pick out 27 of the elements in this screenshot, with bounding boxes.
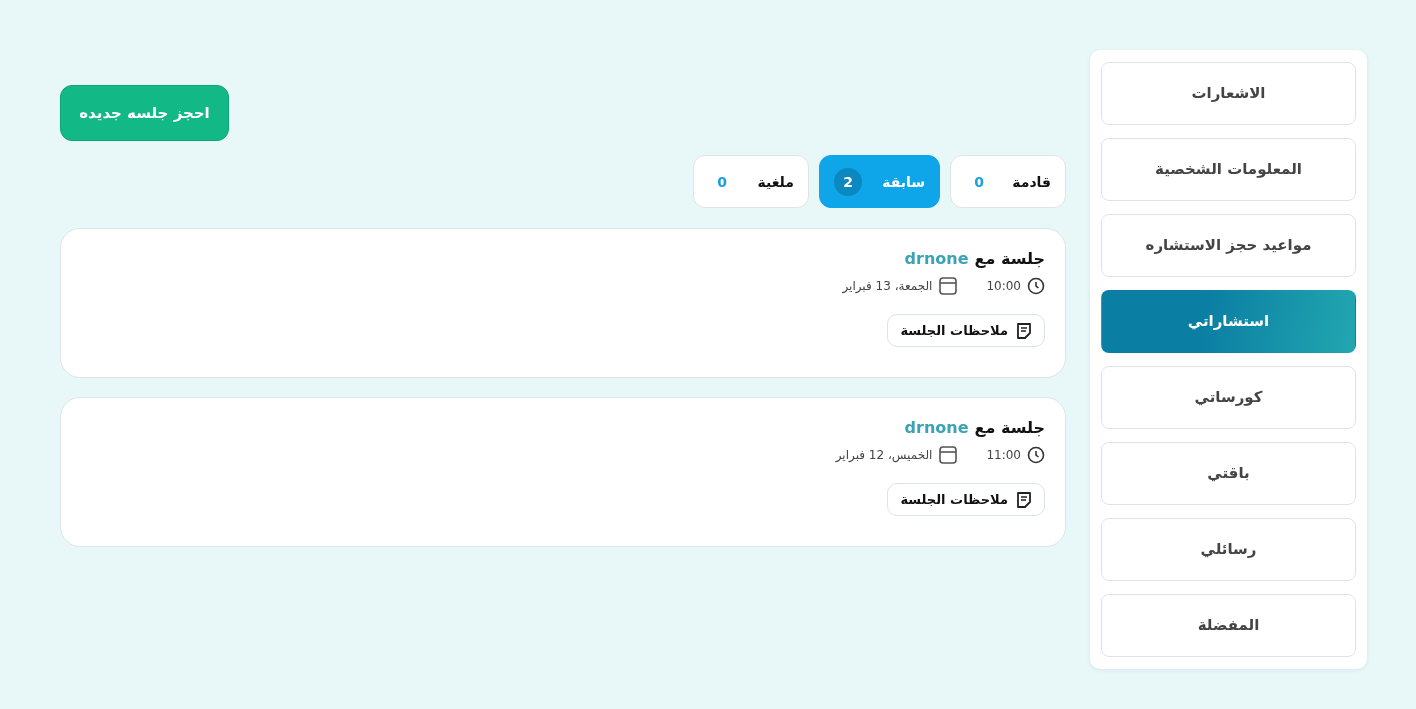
session-date: الجمعة، 13 فبراير xyxy=(842,279,933,293)
calendar-icon xyxy=(938,445,959,465)
note-icon xyxy=(1016,322,1032,339)
sidebar-item[interactable]: المعلومات الشخصية xyxy=(1101,138,1356,201)
session-title: جلسة مع xyxy=(974,418,1045,437)
session-notes-button[interactable]: ملاحظات الجلسة xyxy=(887,314,1045,347)
session-time: 10:00 xyxy=(986,279,1021,293)
sidebar-item[interactable]: استشاراتي xyxy=(1101,290,1356,353)
note-icon xyxy=(1016,491,1032,508)
session-time: 11:00 xyxy=(986,448,1021,462)
count-label: 0 xyxy=(973,173,985,190)
clock-icon xyxy=(1027,277,1045,295)
session-date: الخميس، 12 فبراير xyxy=(835,448,933,462)
calendar-icon xyxy=(938,276,959,296)
sidebar-item[interactable]: الاشعارات xyxy=(1101,62,1356,125)
session-title: جلسة مع xyxy=(974,249,1045,268)
doctor-name: drnone xyxy=(904,249,969,268)
sidebar-item[interactable]: مواعيد حجز الاستشاره xyxy=(1101,214,1356,277)
count-badge: 2 xyxy=(834,167,862,196)
session-notes-button[interactable]: ملاحظات الجلسة xyxy=(887,483,1045,516)
doctor-name: drnone xyxy=(904,418,969,437)
sidebar-item[interactable]: المفضلة xyxy=(1101,594,1356,657)
sidebar-item[interactable]: باقتي xyxy=(1101,442,1356,505)
sidebar-item[interactable]: كورساتي xyxy=(1101,366,1356,429)
count-label: 0 xyxy=(716,173,728,190)
sidebar-item[interactable]: رسائلي xyxy=(1101,518,1356,581)
clock-icon xyxy=(1027,446,1045,464)
